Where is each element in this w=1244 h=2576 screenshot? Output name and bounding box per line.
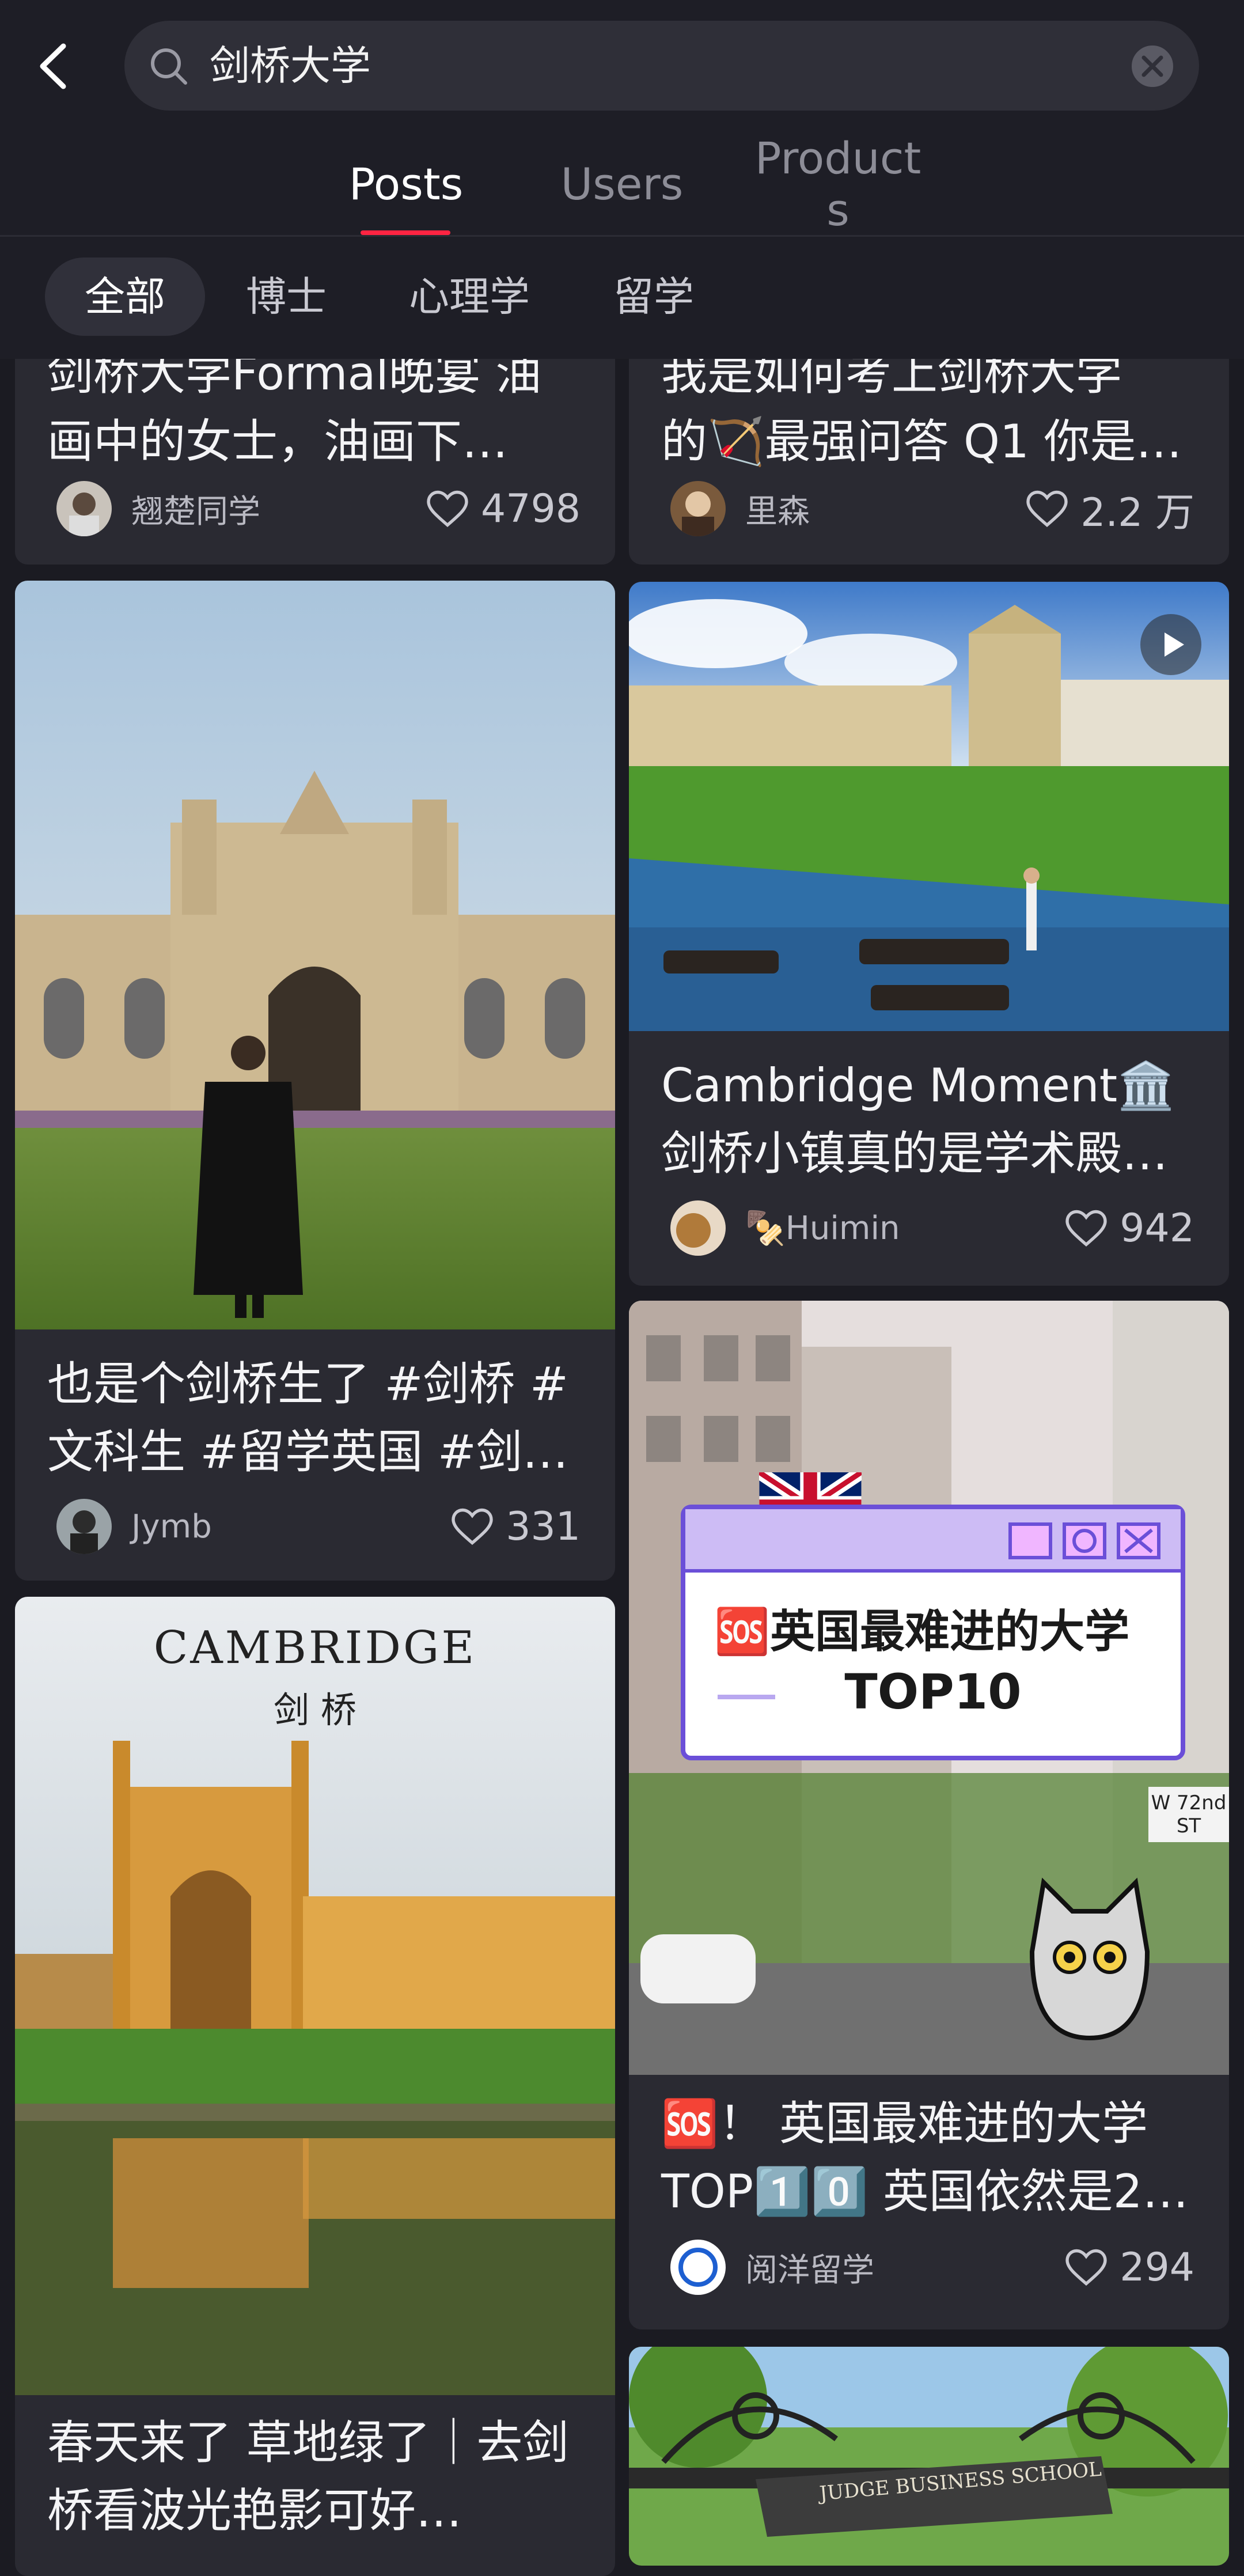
cover-title-en: CAMBRIDGE [153,1622,477,1674]
like-count: 294 [1120,2244,1194,2290]
like-button[interactable]: 294 [1065,2238,1194,2296]
play-icon [1165,632,1184,657]
author-name: Jymb [131,1507,212,1545]
post-cover-image: CAMBRIDGE 剑 桥 [15,1597,615,2395]
video-play-badge [1140,614,1201,675]
heart-icon [1065,2249,1107,2286]
post-title: 🆘！ 英国最难进的大学TOP1️⃣0️⃣ 英国依然是2… [661,2097,1189,2218]
author-name: 🍢Huimin [745,1210,900,1247]
chip-study-abroad[interactable]: 留学 [587,257,720,336]
post-author[interactable]: 🍢Huimin [670,1199,900,1257]
caption-dash [718,1695,775,1699]
caption-line-1: 🆘英国最难进的大学 [714,1606,1130,1658]
heart-icon [1065,1210,1107,1247]
cover-title-zh: 剑 桥 [274,1689,356,1731]
avatar [56,1499,112,1554]
post-title: 春天来了 草地绿了｜去剑桥看波光艳影可好… [47,2416,569,2537]
tab-users[interactable]: Users [553,156,691,213]
avatar [670,1200,726,1256]
post-cover-image [15,581,615,1329]
post-cover-image: 🆘英国最难进的大学 TOP10 W 72nd ST [629,1301,1229,2075]
post-title: Cambridge Moment🏛️ 剑桥小镇真的是学术殿… [661,1059,1175,1180]
post-author[interactable]: 里森 [670,480,810,537]
post-title: 也是个剑桥生了 #剑桥 #文科生 #留学英国 #剑… [47,1357,568,1479]
post-cover-image: JUDGE BUSINESS SCHOOL [629,2347,1229,2566]
tab-posts[interactable]: Posts [346,156,466,213]
post-author[interactable]: 翘楚同学 [56,480,260,537]
back-arrow-icon[interactable] [33,40,74,92]
author-name: 里森 [745,493,810,531]
like-count: 942 [1120,1205,1194,1251]
like-button[interactable]: 331 [452,1498,581,1555]
post-title: 的🏹最强问答 Q1 你是… [661,415,1182,468]
like-count: 331 [506,1503,581,1550]
avatar [670,2240,726,2295]
active-tab-indicator [361,230,450,235]
post-card[interactable]: 🆘英国最难进的大学 TOP10 W 72nd ST 🆘！ 英国最难进的大学TOP… [629,1301,1229,2329]
search-header: 剑桥大学 Posts Users Products [0,0,1244,237]
heart-icon [427,490,468,527]
heart-icon [452,1508,493,1545]
post-author[interactable]: Jymb [56,1498,212,1555]
street-sign: W 72nd ST [1148,1787,1229,1842]
post-card[interactable]: JUDGE BUSINESS SCHOOL [629,2347,1229,2566]
clear-icon[interactable] [1128,41,1177,91]
post-card[interactable]: Cambridge Moment🏛️ 剑桥小镇真的是学术殿… 🍢Huimin 9… [629,582,1229,1286]
cover-caption-window: 🆘英国最难进的大学 TOP10 [681,1505,1185,1760]
post-cover-image [629,582,1229,1031]
post-card[interactable]: 也是个剑桥生了 #剑桥 #文科生 #留学英国 #剑… Jymb 331 [15,581,615,1581]
post-card[interactable]: CAMBRIDGE 剑 桥 春天来了 草地绿了｜去剑桥看波光艳影可好… [15,1597,615,2576]
like-count: 4798 [480,486,581,532]
post-card[interactable]: 我是如何考上剑桥大学 的🏹最强问答 Q1 你是… 里森 2.2 万 [629,323,1229,565]
tab-products[interactable]: Products [749,132,927,236]
post-title: 画中的女士，油画下… [47,415,508,468]
chip-psychology[interactable]: 心理学 [380,257,559,336]
search-query: 剑桥大学 [210,42,371,89]
post-author[interactable]: 阅洋留学 [670,2238,874,2296]
like-button[interactable]: 4798 [427,480,581,537]
filter-chips: 全部 博士 心理学 留学 [0,237,1244,359]
like-button[interactable]: 942 [1065,1199,1194,1257]
result-tabs: Posts Users Products [0,127,1244,236]
caption-line-2: TOP10 [844,1664,1022,1720]
avatar [56,481,112,536]
post-feed: 剑桥大学Formal晚宴 油 画中的女士，油画下… 翘楚同学 4798 我是如何… [0,0,1244,2576]
search-icon [151,48,187,85]
author-name: 翘楚同学 [131,493,260,531]
window-controls-icon [1008,1522,1160,1559]
like-button[interactable]: 2.2 万 [1026,480,1194,537]
like-count: 2.2 万 [1080,490,1194,536]
avatar [670,481,726,536]
chip-all[interactable]: 全部 [45,257,205,336]
chip-phd[interactable]: 博士 [220,257,352,336]
post-card[interactable]: 剑桥大学Formal晚宴 油 画中的女士，油画下… 翘楚同学 4798 [15,323,615,565]
heart-icon [1026,490,1068,527]
author-name: 阅洋留学 [745,2251,874,2289]
search-input[interactable]: 剑桥大学 [124,21,1199,111]
